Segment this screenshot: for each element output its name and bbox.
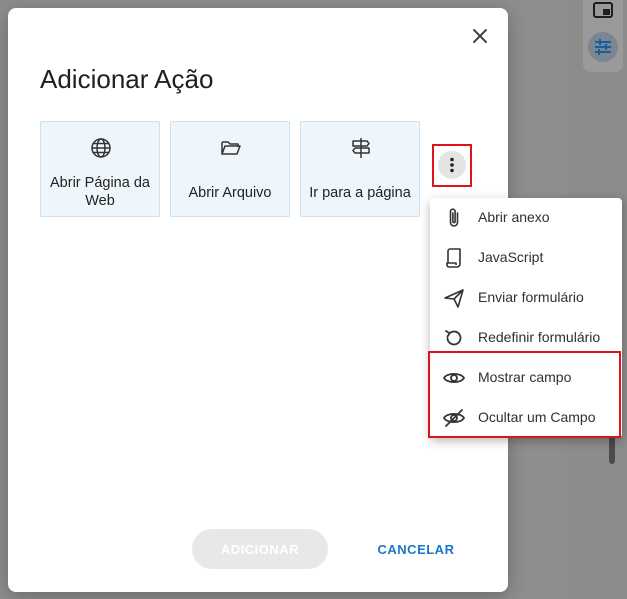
sliders-icon [588, 32, 618, 62]
menu-item-open-attachment[interactable]: Abrir anexo [430, 198, 622, 238]
menu-item-label: Ocultar um Campo [478, 409, 596, 425]
close-icon[interactable] [468, 24, 492, 48]
menu-item-label: JavaScript [478, 249, 544, 265]
cancel-button[interactable]: CANCELAR [364, 529, 468, 569]
folder-open-icon [220, 137, 242, 159]
more-vertical-icon [438, 151, 466, 179]
card-label: Abrir Arquivo [188, 185, 272, 201]
card-label: Ir para a página [309, 185, 411, 201]
eye-icon [442, 366, 466, 390]
script-icon [442, 246, 466, 270]
action-card-open-web-page[interactable]: Abrir Página da Web [40, 121, 160, 217]
add-button[interactable]: ADICIONAR [192, 529, 328, 569]
signpost-icon [350, 137, 372, 159]
more-options-button[interactable] [432, 145, 472, 187]
menu-item-label: Abrir anexo [478, 209, 550, 225]
card-label: Abrir Página da Web [50, 175, 150, 209]
panel-layout-icon [592, 0, 614, 22]
menu-item-show-field[interactable]: Mostrar campo [430, 358, 622, 398]
send-icon [442, 286, 466, 310]
menu-item-label: Mostrar campo [478, 369, 572, 385]
menu-item-label: Enviar formulário [478, 289, 584, 305]
eye-off-icon [442, 406, 466, 430]
globe-icon [90, 137, 112, 159]
dialog-title: Adicionar Ação [40, 64, 214, 94]
menu-item-hide-field[interactable]: Ocultar um Campo [430, 398, 622, 438]
menu-item-submit-form[interactable]: Enviar formulário [430, 278, 622, 318]
menu-item-javascript[interactable]: JavaScript [430, 238, 622, 278]
paperclip-icon [442, 206, 466, 230]
more-actions-menu: Abrir anexo JavaScript Enviar formulário… [430, 198, 622, 438]
action-card-open-file[interactable]: Abrir Arquivo [170, 121, 290, 217]
reset-icon [442, 326, 466, 350]
menu-item-reset-form[interactable]: Redefinir formulário [430, 318, 622, 358]
menu-item-label: Redefinir formulário [478, 329, 601, 345]
action-card-go-to-page[interactable]: Ir para a página [300, 121, 420, 217]
